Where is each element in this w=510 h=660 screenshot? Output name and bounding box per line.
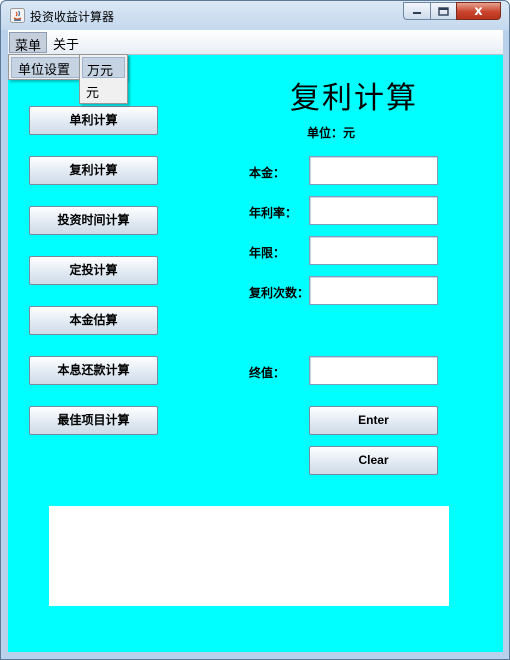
loan-repayment-button[interactable]: 本息还款计算 [29, 356, 158, 385]
rate-input[interactable] [309, 196, 438, 225]
unit-submenu: 万元 元 [79, 54, 128, 104]
compound-times-label: 复利次数： [249, 286, 310, 300]
menu-item-caidan[interactable]: 菜单 [9, 32, 48, 54]
maximize-button[interactable] [430, 2, 456, 20]
principal-estimate-button[interactable]: 本金估算 [29, 306, 158, 335]
minimize-icon [413, 12, 421, 14]
clear-button[interactable]: Clear [309, 446, 438, 475]
menu-bar: 菜单 关于 [8, 30, 503, 55]
submenu-item-yuan[interactable]: 元 [82, 80, 125, 101]
close-button[interactable]: x [456, 2, 501, 20]
content-panel: 单利计算 复利计算 投资时间计算 定投计算 本金估算 本息还款计算 最佳项目计算… [8, 55, 503, 652]
principal-input[interactable] [309, 156, 438, 185]
principal-label: 本金： [249, 166, 286, 180]
app-window: 投资收益计算器 x 菜单 关于 单利计算 复利计算 投资时间计算 定投计算 本金… [0, 0, 510, 660]
window-title: 投资收益计算器 [30, 10, 115, 24]
window-controls: x [403, 2, 501, 20]
simple-interest-button[interactable]: 单利计算 [29, 106, 158, 135]
unit-label: 单位：元 [307, 124, 355, 141]
fixed-investment-button[interactable]: 定投计算 [29, 256, 158, 285]
best-project-button[interactable]: 最佳项目计算 [29, 406, 158, 435]
final-value-input[interactable] [309, 356, 438, 385]
java-app-icon [10, 8, 25, 23]
minimize-button[interactable] [403, 2, 430, 20]
page-title: 复利计算 [290, 81, 418, 116]
unit-settings-label: 单位设置 [18, 63, 71, 78]
compound-interest-button[interactable]: 复利计算 [29, 156, 158, 185]
unit-prefix: 单位： [307, 126, 344, 140]
investment-time-button[interactable]: 投资时间计算 [29, 206, 158, 235]
compound-times-input[interactable] [309, 276, 438, 305]
years-label: 年限： [249, 246, 286, 260]
unit-value: 元 [343, 126, 356, 140]
result-text-area[interactable] [49, 506, 449, 606]
maximize-icon [438, 6, 449, 16]
close-icon: x [474, 3, 483, 19]
enter-button[interactable]: Enter [309, 406, 438, 435]
years-input[interactable] [309, 236, 438, 265]
rate-label: 年利率： [249, 206, 298, 220]
menu-item-guanyu[interactable]: 关于 [48, 32, 84, 53]
final-value-label: 终值： [249, 366, 286, 380]
title-bar[interactable]: 投资收益计算器 x [1, 1, 509, 30]
submenu-item-wanyuan[interactable]: 万元 [82, 57, 125, 79]
